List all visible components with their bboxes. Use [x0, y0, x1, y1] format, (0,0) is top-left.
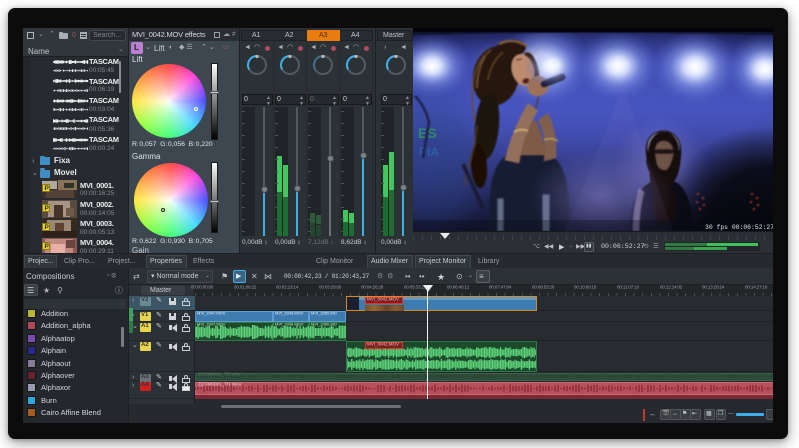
svg-text:30 fps 00:06:52:27: 30 fps 00:06:52:27 — [705, 224, 773, 231]
